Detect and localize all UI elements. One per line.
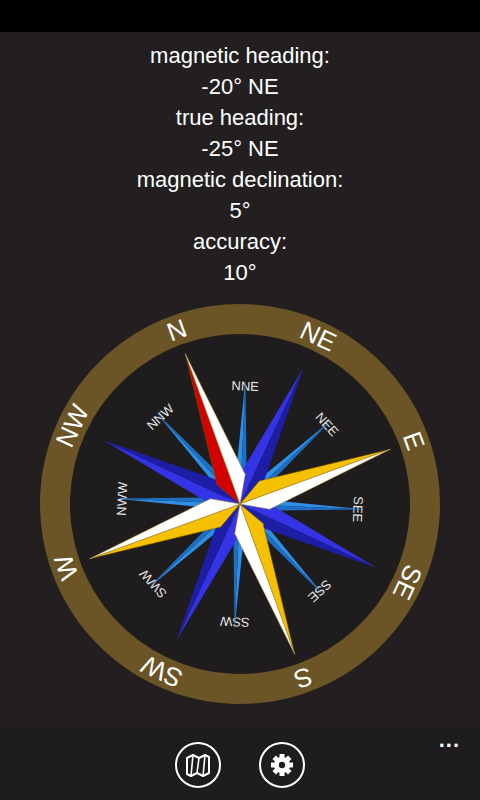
direction-label: SW [136,649,187,694]
app-bar: ... [0,728,480,800]
more-button[interactable]: ... [431,728,480,752]
readouts: magnetic heading:-20° NEtrue heading:-25… [0,32,480,288]
compass-face [38,302,442,706]
readout-value: 5° [229,195,250,226]
direction-label: N [163,313,191,348]
readout-label: true heading: [176,102,304,133]
readout-label: accuracy: [193,226,287,257]
readout-label: magnetic heading: [150,40,330,71]
compass-screen: magnetic heading:-20° NEtrue heading:-25… [0,0,480,800]
compass: NNEESESSWWNWNNENEESEESSESSWSWWNWWNNW [0,302,480,706]
compass-rose: NNEESESSWWNWNNENEESEESSESSWSWWNWWNNW [38,302,442,706]
readout-label: magnetic declination: [137,164,344,195]
settings-button[interactable] [259,742,305,788]
direction-label: SE [387,560,429,604]
direction-label: W [48,550,85,584]
map-icon [185,752,211,778]
readout-value: -20° NE [201,71,278,102]
cardinal-points [38,302,442,706]
status-bar [0,0,480,32]
direction-label: NW [50,399,96,451]
direction-label: E [397,427,431,454]
direction-label: S [290,661,317,695]
compass-ring [38,302,442,706]
direction-label: NE [295,315,340,357]
map-button[interactable] [175,742,221,788]
readout-value: 10° [223,257,256,288]
gear-icon [270,753,294,777]
readout-value: -25° NE [201,133,278,164]
